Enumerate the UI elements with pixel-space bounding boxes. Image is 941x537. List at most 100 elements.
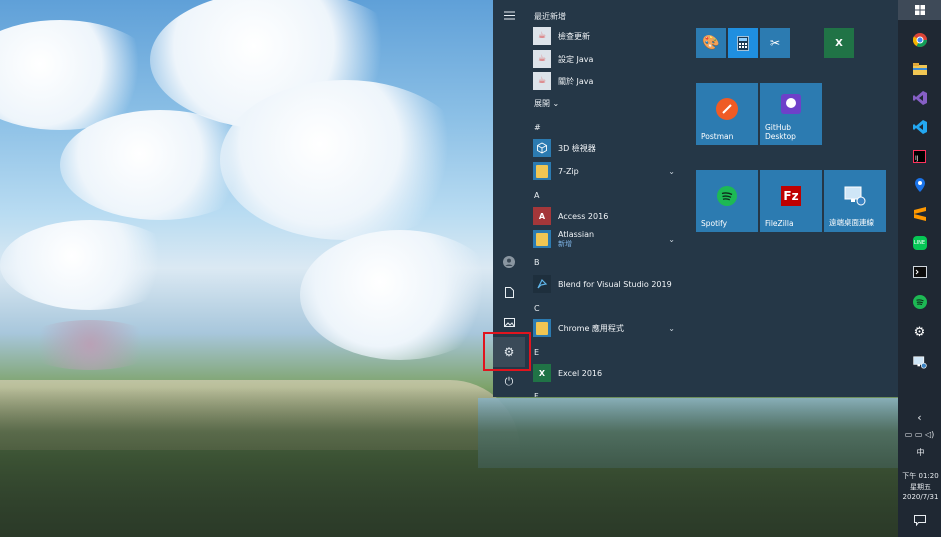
excel-icon: X [533,364,551,382]
tile-label: FileZilla [765,219,794,228]
folder-icon [533,162,551,180]
file-explorer-icon [912,63,927,75]
terminal-icon [912,266,927,278]
app-item-access[interactable]: A Access 2016 [533,206,683,226]
app-label: Excel 2016 [558,368,603,378]
github-icon [781,94,801,115]
app-label: 3D 檢視器 [558,143,596,153]
group-header-e[interactable]: E [534,348,539,357]
group-header-hash[interactable]: # [534,123,541,132]
taskbar-terminal[interactable] [898,258,941,286]
chevron-down-icon: ⌄ [668,323,675,333]
spotify-tile[interactable]: Spotify [696,170,758,232]
tile-label: 遠端桌面連線 [829,218,874,227]
remote-desktop-tile[interactable]: 遠端桌面連線 [824,170,886,232]
clock-weekday[interactable]: 星期五 [900,482,941,492]
clock-time[interactable]: 下午 01:20 [900,471,941,481]
taskbar-line[interactable]: LINE [898,229,941,257]
documents-button[interactable] [493,277,525,307]
java-icon: ☕ [533,72,551,90]
spotify-icon [717,186,737,207]
settings-icon: ⚙ [913,324,926,340]
filezilla-tile[interactable]: Fz FileZilla [760,170,822,232]
java-icon: ☕ [533,50,551,68]
app-item-3d-viewer[interactable]: 3D 檢視器 [533,138,683,158]
power-button[interactable]: ⏻ [493,367,525,397]
tray-status-icons[interactable]: ▭ ▭ ◁) [898,426,941,442]
excel-tile[interactable]: X [824,28,854,58]
taskbar-maps[interactable] [898,171,941,199]
postman-icon [716,98,738,121]
user-account-button[interactable] [493,247,525,277]
chevron-down-icon: ⌄ [668,234,675,244]
taskbar-settings[interactable]: ⚙ [898,318,941,346]
taskbar-visual-studio[interactable] [898,84,941,112]
chevron-down-icon: ⌄ [668,166,675,176]
show-hidden-icons-button[interactable]: ‹ [898,406,941,428]
ime-indicator[interactable]: 中 [900,447,941,458]
app-label: 關於 Java [558,76,594,86]
expand-button[interactable]: 展開 ⌄ [534,98,559,109]
group-header-f[interactable]: F [534,392,539,397]
hamburger-menu-button[interactable] [493,0,525,30]
app-item-7zip[interactable]: 7-Zip ⌄ [533,161,683,181]
app-item-excel[interactable]: X Excel 2016 [533,363,683,383]
filezilla-icon: Fz [781,186,801,207]
blend-icon [533,275,551,293]
start-rail: ⚙ ⏻ [483,0,531,397]
taskbar-remote-desktop[interactable] [898,348,941,376]
chevron-down-icon: ⌄ [552,99,560,108]
calculator-tile[interactable] [728,28,758,58]
vscode-icon [912,120,927,134]
github-desktop-tile[interactable]: GitHub Desktop [760,83,822,145]
taskbar-spotify[interactable] [898,288,941,316]
spotify-icon [912,295,927,309]
app-item[interactable]: ☕ 設定 Java [533,49,683,69]
document-icon [504,286,514,298]
group-header-c[interactable]: C [534,304,540,313]
windows-icon [914,5,925,15]
app-item-blend[interactable]: Blend for Visual Studio 2019 [533,274,683,294]
excel-icon: X [835,37,843,49]
remote-desktop-icon [844,186,866,206]
group-header-a[interactable]: A [534,191,539,200]
taskbar-file-explorer[interactable] [898,55,941,83]
network-icon: ▭ ▭ ◁) [904,429,935,439]
power-icon: ⏻ [504,375,514,388]
paint-tile[interactable]: 🎨 [696,28,726,58]
app-label: Access 2016 [558,211,609,221]
cloud [20,320,160,370]
chevron-left-icon: ‹ [917,410,922,424]
taskbar-sublime[interactable] [898,200,941,228]
chrome-icon [912,33,927,47]
app-item[interactable]: ☕ 關於 Java [533,71,683,91]
app-label: 設定 Java [558,54,594,64]
line-icon: LINE [912,236,927,250]
taskbar-chrome[interactable] [898,26,941,54]
postman-tile[interactable]: Postman [696,83,758,145]
taskbar-vscode[interactable] [898,113,941,141]
app-label: Chrome 應用程式 [558,323,624,333]
tile-label: Spotify [701,219,728,228]
folder-icon [533,230,551,248]
group-header-b[interactable]: B [534,258,540,267]
app-label: Blend for Visual Studio 2019 [558,279,672,289]
app-item-chrome-apps[interactable]: Chrome 應用程式 ⌄ [533,318,683,338]
snip-icon: ✂ [769,36,781,50]
sublime-icon [913,207,926,221]
remote-desktop-icon [912,355,927,369]
cloud [220,80,470,240]
cube-icon [533,139,551,157]
picture-icon [503,317,515,327]
snip-tile[interactable]: ✂ [760,28,790,58]
cloud [0,220,180,310]
clock-date[interactable]: 2020/7/31 [900,493,941,501]
new-badge: 新增 [558,239,572,248]
app-item-atlassian[interactable]: Atlassian 新增 ⌄ [533,228,683,250]
app-item[interactable]: ☕ 檢查更新 [533,26,683,46]
start-button[interactable] [898,0,941,20]
action-center-button[interactable] [898,506,941,534]
java-icon: ☕ [533,27,551,45]
taskbar-intellij[interactable]: IJ [898,142,941,170]
expand-label: 展開 [534,99,550,108]
